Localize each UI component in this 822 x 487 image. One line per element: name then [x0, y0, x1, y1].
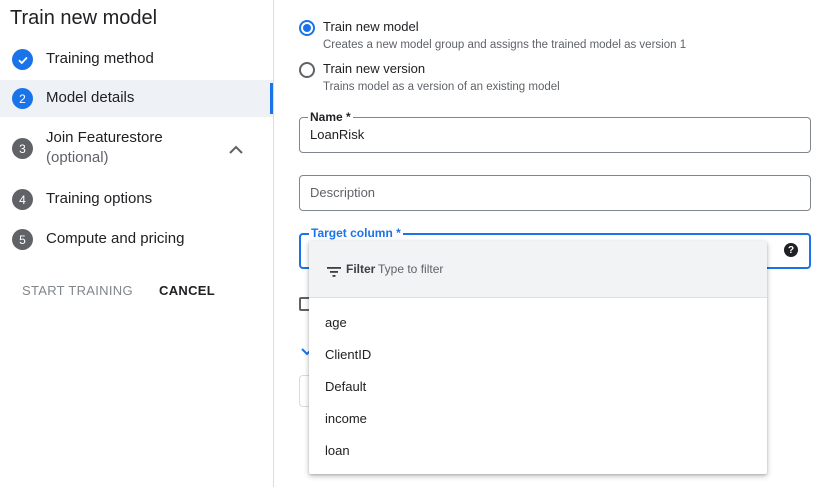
- step-number-badge: 5: [12, 229, 33, 250]
- name-field-label: Name *: [308, 110, 353, 124]
- step-label: Model details: [46, 89, 135, 106]
- radio-train-new-version[interactable]: Train new version Trains model as a vers…: [299, 60, 560, 96]
- radio-description: Trains model as a version of an existing…: [323, 81, 560, 93]
- step-number-badge: 4: [12, 189, 33, 210]
- step-training-method[interactable]: Training method: [0, 42, 273, 78]
- active-step-indicator: [270, 83, 273, 114]
- filter-bar: Filter: [309, 241, 767, 298]
- step-number-badge: 3: [12, 138, 33, 159]
- step-training-options[interactable]: 4 Training options: [0, 182, 273, 218]
- dropdown-option[interactable]: loan: [325, 443, 350, 458]
- help-icon[interactable]: ?: [784, 243, 798, 257]
- check-circle-icon: [12, 49, 33, 70]
- radio-train-new-model[interactable]: Train new model Creates a new model grou…: [299, 18, 686, 54]
- step-compute-pricing[interactable]: 5 Compute and pricing: [0, 222, 273, 258]
- step-label: Join Featurestore (optional): [46, 128, 163, 168]
- name-field[interactable]: Name * LoanRisk: [299, 110, 811, 153]
- filter-label: Filter: [346, 262, 376, 276]
- radio-description: Creates a new model group and assigns th…: [323, 39, 687, 51]
- page-title: Train new model: [10, 7, 158, 29]
- step-model-details[interactable]: 2 Model details: [0, 80, 273, 117]
- step-label: Compute and pricing: [46, 230, 185, 247]
- step-join-featurestore[interactable]: 3 Join Featurestore (optional): [0, 124, 273, 170]
- step-number-badge: 2: [12, 88, 33, 109]
- start-training-button[interactable]: START TRAINING: [22, 283, 133, 298]
- target-column-label: Target column *: [309, 226, 403, 240]
- radio-label: Train new version: [323, 61, 426, 76]
- name-field-value[interactable]: LoanRisk: [310, 127, 364, 142]
- description-field[interactable]: Description: [299, 175, 811, 211]
- dropdown-option[interactable]: Default: [325, 379, 366, 394]
- description-placeholder[interactable]: Description: [310, 185, 375, 200]
- step-label: Training options: [46, 190, 153, 207]
- cancel-button[interactable]: CANCEL: [159, 283, 215, 298]
- dropdown-option[interactable]: ClientID: [325, 347, 371, 362]
- dropdown-option[interactable]: income: [325, 411, 367, 426]
- step-label: Training method: [46, 50, 154, 67]
- filter-input[interactable]: [378, 260, 738, 278]
- stepper-panel: Train new model Training method 2 Model …: [0, 0, 274, 487]
- chevron-up-icon[interactable]: [229, 141, 243, 159]
- radio-button[interactable]: [299, 62, 315, 78]
- filter-icon: [327, 264, 341, 282]
- radio-button-selected[interactable]: [299, 20, 315, 36]
- target-column-dropdown: Filter age ClientID Default income loan: [309, 241, 767, 474]
- step-label-main: Join Featurestore: [46, 129, 163, 146]
- radio-label: Train new model: [323, 19, 419, 34]
- step-sublabel: (optional): [46, 149, 109, 166]
- dropdown-option[interactable]: age: [325, 315, 347, 330]
